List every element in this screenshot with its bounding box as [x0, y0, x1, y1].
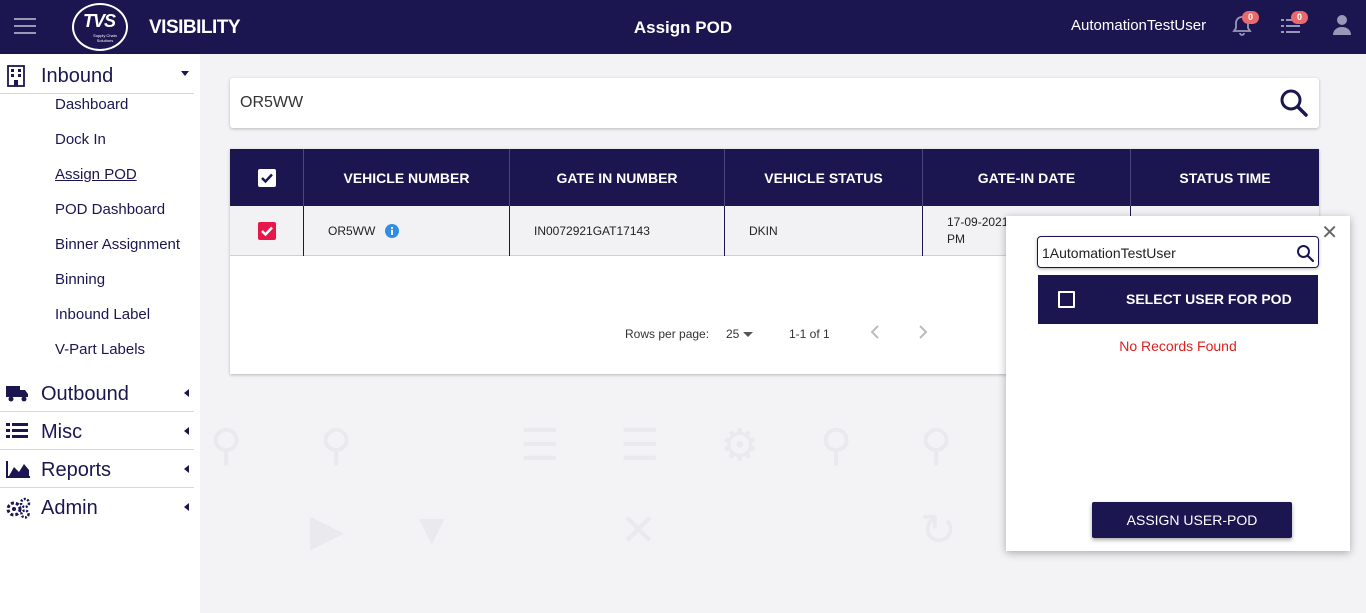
- chevron-down-icon: [181, 71, 189, 76]
- user-list-header: SELECT USER FOR POD: [1038, 275, 1318, 324]
- watermark-icon: ↻: [920, 506, 957, 555]
- user-profile-icon[interactable]: [1332, 14, 1356, 38]
- sidebar: Inbound Dashboard Dock In Assign POD POD…: [0, 54, 200, 613]
- truck-icon: [5, 383, 29, 403]
- header-checkbox-cell: [230, 149, 304, 206]
- assign-user-popup: ✕ SELECT USER FOR POD No Records Found A…: [1006, 216, 1350, 551]
- sidebar-group-label: Inbound: [41, 65, 114, 87]
- watermark-icon: ☰: [520, 421, 560, 470]
- user-search-box: [1037, 236, 1319, 268]
- sidebar-item-dashboard[interactable]: Dashboard: [55, 96, 128, 113]
- user-search-input[interactable]: [1042, 243, 1292, 263]
- logo-subtext: Supply Chain Solutions: [93, 33, 117, 43]
- sidebar-item-binner-assignment[interactable]: Binner Assignment: [55, 236, 180, 253]
- chevron-left-icon: [184, 389, 189, 397]
- logo-text: TVS: [83, 11, 116, 31]
- sidebar-group-reports[interactable]: Reports: [0, 450, 194, 488]
- sidebar-group-label: Reports: [41, 459, 112, 481]
- watermark-icon: ✕: [620, 506, 657, 555]
- sidebar-item-assign-pod[interactable]: Assign POD: [55, 166, 137, 183]
- gate-in-time-text: PM: [947, 232, 965, 246]
- gate-in-date-text: 17-09-2021: [947, 215, 1009, 229]
- sidebar-item-dock-in[interactable]: Dock In: [55, 131, 106, 148]
- info-icon[interactable]: [385, 224, 400, 238]
- sidebar-group-misc[interactable]: Misc: [0, 412, 194, 450]
- column-header-status-time[interactable]: STATUS TIME: [1131, 149, 1319, 206]
- sidebar-group-admin[interactable]: Admin: [0, 488, 194, 526]
- vehicle-search-bar: [230, 78, 1319, 128]
- row-checkbox-cell: [230, 206, 304, 256]
- search-icon[interactable]: [1296, 244, 1315, 263]
- building-icon: [5, 65, 29, 87]
- assign-user-pod-button[interactable]: ASSIGN USER-POD: [1092, 502, 1292, 538]
- rows-per-page-label: Rows per page:: [625, 327, 710, 341]
- cell-vehicle-status: DKIN: [725, 206, 923, 256]
- tasks-badge: 0: [1291, 11, 1308, 24]
- row-checkbox[interactable]: [258, 222, 276, 240]
- watermark-icon: ⚲: [210, 421, 243, 470]
- notification-badge: 0: [1242, 11, 1259, 24]
- vehicle-search-input[interactable]: [240, 88, 1240, 118]
- watermark-icon: ☰: [620, 421, 660, 470]
- watermark-icon: ⚲: [320, 421, 353, 470]
- company-logo: TVS Supply Chain Solutions: [72, 3, 128, 51]
- list-icon: [5, 421, 29, 441]
- sidebar-item-v-part-labels[interactable]: V-Part Labels: [55, 341, 145, 358]
- user-list-header-label: SELECT USER FOR POD: [1126, 291, 1292, 307]
- chevron-left-icon: [184, 465, 189, 473]
- area-chart-icon: [5, 459, 30, 479]
- column-header-vehicle-number[interactable]: VEHICLE NUMBER: [304, 149, 510, 206]
- dropdown-arrow-icon: [742, 332, 753, 338]
- select-all-checkbox[interactable]: [258, 169, 276, 187]
- sidebar-group-label: Admin: [41, 497, 98, 519]
- empty-state-message: No Records Found: [1119, 338, 1237, 354]
- table-header: VEHICLE NUMBER GATE IN NUMBER VEHICLE ST…: [230, 149, 1319, 206]
- sidebar-item-inbound-label[interactable]: Inbound Label: [55, 306, 150, 323]
- gears-icon: [5, 497, 31, 519]
- sidebar-item-pod-dashboard[interactable]: POD Dashboard: [55, 201, 165, 218]
- hamburger-menu-icon[interactable]: [14, 18, 36, 34]
- vehicle-number-text: OR5WW: [328, 224, 376, 238]
- sidebar-group-label: Outbound: [41, 383, 129, 405]
- select-all-users-checkbox[interactable]: [1058, 291, 1075, 308]
- chevron-left-icon: [184, 503, 189, 511]
- column-header-vehicle-status[interactable]: VEHICLE STATUS: [725, 149, 923, 206]
- cell-gate-in-number: IN0072921GAT17143: [510, 206, 725, 256]
- previous-page-icon[interactable]: [870, 325, 880, 342]
- app-title: VISIBILITY: [149, 17, 241, 38]
- next-page-icon[interactable]: [918, 325, 928, 342]
- username[interactable]: AutomationTestUser: [1071, 17, 1206, 34]
- watermark-icon: ⚙: [720, 421, 760, 470]
- sidebar-group-outbound[interactable]: Outbound: [0, 374, 194, 412]
- sidebar-group-label: Misc: [41, 421, 83, 443]
- rows-per-page-select[interactable]: 25: [726, 327, 753, 341]
- top-bar: TVS Supply Chain Solutions VISIBILITY As…: [0, 0, 1366, 54]
- watermark-icon: ⚲: [820, 421, 853, 470]
- column-header-gate-in-number[interactable]: GATE IN NUMBER: [510, 149, 725, 206]
- close-icon[interactable]: ✕: [1321, 220, 1338, 245]
- sidebar-item-binning[interactable]: Binning: [55, 271, 105, 288]
- watermark-icon: ⚲: [920, 421, 953, 470]
- column-header-gate-in-date[interactable]: GATE-IN DATE: [923, 149, 1131, 206]
- watermark-icon: ▼: [410, 505, 454, 554]
- rows-per-page-value: 25: [726, 327, 740, 341]
- search-icon[interactable]: [1279, 88, 1309, 118]
- sidebar-group-inbound[interactable]: Inbound: [0, 56, 194, 94]
- cell-vehicle-number: OR5WW: [304, 206, 510, 256]
- pagination-range: 1-1 of 1: [789, 327, 830, 341]
- chevron-left-icon: [184, 427, 189, 435]
- watermark-icon: ▶: [310, 506, 344, 555]
